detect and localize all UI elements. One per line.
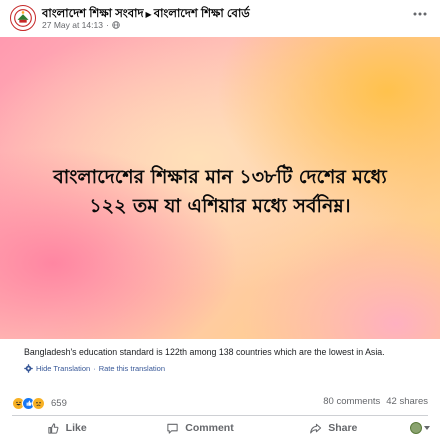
- group-name-link[interactable]: বাংলাদেশ শিক্ষা বোর্ড: [154, 5, 250, 24]
- shares-count[interactable]: 42 shares: [386, 396, 428, 407]
- reaction-count[interactable]: 659: [51, 398, 67, 409]
- more-options-icon[interactable]: [412, 9, 428, 19]
- post-image-text: বাংলাদেশের শিক্ষার মান ১৩৮টি দেশের মধ্যে…: [0, 163, 440, 221]
- engagement-stats: 80 comments 42 shares: [323, 396, 428, 407]
- post-meta: 27 May at 14:13 ·: [42, 20, 120, 30]
- thumbs-up-icon: [48, 422, 59, 434]
- user-avatar: [409, 422, 422, 434]
- globe-icon[interactable]: [112, 21, 120, 29]
- like-label: Like: [65, 422, 87, 434]
- react-as-selector[interactable]: [400, 418, 440, 438]
- caret-down-icon: [423, 426, 430, 430]
- post-image[interactable]: বাংলাদেশের শিক্ষার মান ১৩৮টি দেশের মধ্যে…: [0, 37, 440, 339]
- comments-count[interactable]: 80 comments: [323, 396, 380, 407]
- share-icon: [310, 423, 322, 433]
- link-separator: ·: [93, 364, 96, 373]
- sad-icon: [32, 396, 45, 410]
- comment-icon: [167, 423, 178, 434]
- translation-text: Bangladesh's education standard is 122th…: [24, 347, 385, 357]
- action-bar: Like Comment Share: [0, 418, 440, 438]
- triangle-right-icon: ▶: [145, 10, 152, 19]
- divider: [12, 415, 428, 416]
- image-text-line1: বাংলাদেশের শিক্ষার মান ১৩৮টি দেশের মধ্যে: [53, 166, 387, 188]
- translation-links: Hide Translation · Rate this translation: [24, 364, 165, 373]
- reaction-summary[interactable]: 659: [12, 396, 67, 410]
- rate-translation-link[interactable]: Rate this translation: [99, 364, 165, 373]
- education-logo-icon: [11, 6, 35, 30]
- comment-button[interactable]: Comment: [133, 418, 266, 438]
- share-button[interactable]: Share: [267, 418, 400, 438]
- comment-label: Comment: [185, 422, 234, 434]
- like-button[interactable]: Like: [0, 418, 133, 438]
- image-text-line2: ১২২ তম যা এশিয়ার মধ্যে সর্বনিম্ন।: [89, 195, 351, 217]
- post-timestamp[interactable]: 27 May at 14:13: [42, 20, 103, 30]
- hide-translation-link[interactable]: Hide Translation: [36, 364, 90, 373]
- meta-separator: ·: [105, 20, 109, 30]
- gear-icon: [24, 364, 33, 373]
- page-avatar[interactable]: [10, 5, 36, 31]
- post-header: বাংলাদেশ শিক্ষা সংবাদ ▶ বাংলাদেশ শিক্ষা …: [0, 0, 440, 36]
- share-label: Share: [328, 422, 358, 434]
